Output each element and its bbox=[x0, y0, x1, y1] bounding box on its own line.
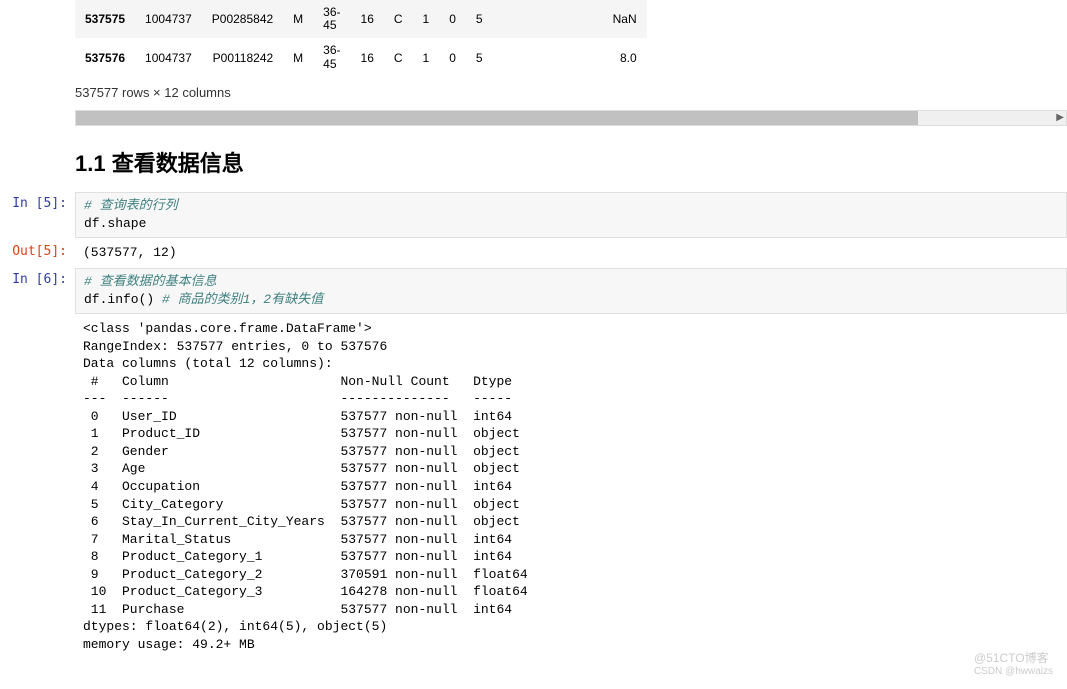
table-caption: 537577 rows × 12 columns bbox=[75, 77, 1067, 108]
table-cell: 0 bbox=[439, 0, 466, 38]
output-cell-5: Out[5]: (537577, 12) bbox=[0, 240, 1067, 266]
row-index: 537575 bbox=[75, 0, 135, 38]
table-cell: 36-45 bbox=[313, 38, 350, 76]
table-cell: 1 bbox=[413, 38, 440, 76]
scrollbar-thumb[interactable] bbox=[76, 111, 918, 125]
row-index: 537576 bbox=[75, 38, 135, 76]
table-cell: 1004737 bbox=[135, 38, 202, 76]
table-cell: 16 bbox=[351, 0, 384, 38]
table-cell: 8.0 bbox=[493, 38, 647, 76]
notebook: 5375751004737P00285842M36-4516C105NaN537… bbox=[0, 0, 1067, 679]
table-cell: NaN bbox=[493, 0, 647, 38]
in-prompt: In [5]: bbox=[0, 192, 75, 238]
markdown-heading: 1.1 查看数据信息 bbox=[0, 134, 1067, 190]
table-cell: C bbox=[384, 0, 413, 38]
table-cell: 36-45 bbox=[313, 0, 350, 38]
code-line: df.shape bbox=[84, 216, 146, 231]
output-text: <class 'pandas.core.frame.DataFrame'> Ra… bbox=[75, 316, 1067, 657]
empty-prompt bbox=[0, 316, 75, 657]
table-cell: 1004737 bbox=[135, 0, 202, 38]
table-cell: 16 bbox=[351, 38, 384, 76]
horizontal-scrollbar[interactable]: ▶ bbox=[75, 108, 1067, 134]
code-line: df.info() bbox=[84, 292, 162, 307]
code-comment: # 查询表的行列 bbox=[84, 198, 178, 213]
table-cell: M bbox=[283, 38, 313, 76]
table-row: 5375751004737P00285842M36-4516C105NaN bbox=[75, 0, 647, 38]
in-prompt: In [6]: bbox=[0, 268, 75, 314]
table-cell: 0 bbox=[439, 38, 466, 76]
table-cell: 5 bbox=[466, 38, 493, 76]
code-cell-6[interactable]: In [6]: # 查看数据的基本信息 df.info() # 商品的类别1，2… bbox=[0, 268, 1067, 314]
out-prompt: Out[5]: bbox=[0, 240, 75, 266]
table-cell: P00118242 bbox=[202, 38, 283, 76]
output-text: (537577, 12) bbox=[75, 240, 1067, 266]
dataframe-table: 5375751004737P00285842M36-4516C105NaN537… bbox=[75, 0, 1067, 77]
table-row: 5375761004737P00118242M36-4516C1058.0 bbox=[75, 38, 647, 76]
table-cell: 1 bbox=[413, 0, 440, 38]
code-comment: # 查看数据的基本信息 bbox=[84, 274, 217, 289]
section-title: 1.1 查看数据信息 bbox=[75, 146, 1067, 178]
table-cell: 5 bbox=[466, 0, 493, 38]
table-cell: M bbox=[283, 0, 313, 38]
code-cell-5[interactable]: In [5]: # 查询表的行列 df.shape bbox=[0, 192, 1067, 238]
table-cell: P00285842 bbox=[202, 0, 283, 38]
output-cell-6: <class 'pandas.core.frame.DataFrame'> Ra… bbox=[0, 316, 1067, 657]
table-cell: C bbox=[384, 38, 413, 76]
scroll-right-icon[interactable]: ▶ bbox=[1056, 112, 1064, 123]
code-comment-inline: # 商品的类别1，2有缺失值 bbox=[162, 292, 323, 307]
